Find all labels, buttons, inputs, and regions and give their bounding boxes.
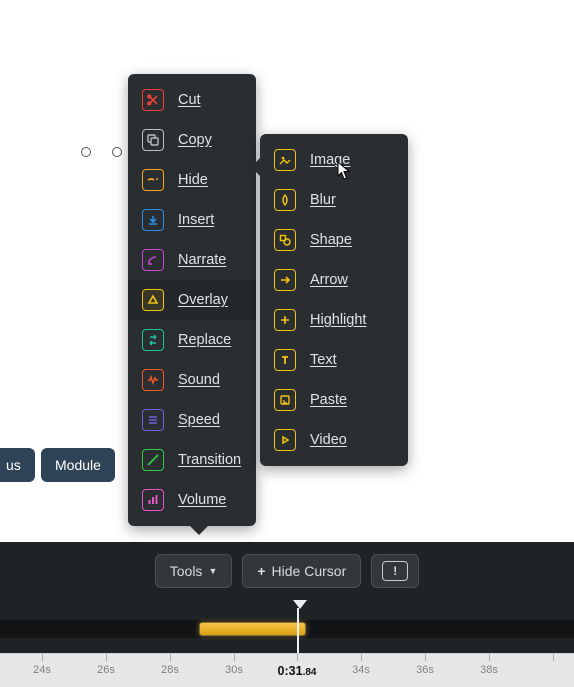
image-icon (274, 149, 296, 171)
menu-item-label: Volume (178, 492, 226, 508)
narrate-icon (142, 249, 164, 271)
submenu-item-label: Highlight (310, 312, 366, 328)
menu-item-transition[interactable]: Transition (128, 440, 256, 480)
menu-item-volume[interactable]: Volume (128, 480, 256, 520)
ruler-tick: 38s (480, 664, 498, 676)
text-icon (274, 349, 296, 371)
menu-item-label: Cut (178, 92, 201, 108)
paste-icon (274, 389, 296, 411)
scissors-icon (142, 89, 164, 111)
menu-item-label: Transition (178, 452, 241, 468)
menu-item-copy[interactable]: Copy (128, 120, 256, 160)
ruler-tick: 36s (416, 664, 434, 676)
ruler-tick: 34s (352, 664, 370, 676)
overlay-icon (142, 289, 164, 311)
menu-item-insert[interactable]: Insert (128, 200, 256, 240)
submenu-item-label: Text (310, 352, 337, 368)
menu-item-label: Insert (178, 212, 214, 228)
menu-item-label: Narrate (178, 252, 226, 268)
ruler-tick: 26s (97, 664, 115, 676)
arrow-icon (274, 269, 296, 291)
tools-button-label: Tools (170, 563, 203, 579)
menu-item-label: Speed (178, 412, 220, 428)
copy-icon (142, 129, 164, 151)
menu-item-speed[interactable]: Speed (128, 400, 256, 440)
notes-icon: ! (382, 561, 408, 581)
video-icon (274, 429, 296, 451)
menu-item-sound[interactable]: Sound (128, 360, 256, 400)
menu-item-label: Sound (178, 372, 220, 388)
timeline-panel: Tools ▼ + Hide Cursor ! 24s 26s 28s 30s … (0, 542, 574, 687)
menu-item-label: Overlay (178, 292, 228, 308)
ruler-tick: 24s (33, 664, 51, 676)
plus-icon: + (257, 563, 265, 579)
canvas-handle[interactable] (81, 147, 91, 157)
tools-context-menu: Cut Copy Hide Insert Narrate Overlay R (128, 74, 256, 526)
module-button-label: Module (55, 457, 101, 473)
blur-icon (274, 189, 296, 211)
submenu-item-video[interactable]: Video (260, 420, 408, 460)
speed-icon (142, 409, 164, 431)
volume-icon (142, 489, 164, 511)
sound-icon (142, 369, 164, 391)
chevron-down-icon: ▼ (208, 566, 217, 576)
module-button[interactable]: Module (41, 448, 115, 482)
submenu-item-paste[interactable]: Paste (260, 380, 408, 420)
timeline-clip[interactable] (200, 623, 305, 635)
tools-button[interactable]: Tools ▼ (155, 554, 233, 588)
hide-icon (142, 169, 164, 191)
ruler-tick-current: 0:31.84 (278, 664, 317, 678)
timeline-toolbar: Tools ▼ + Hide Cursor ! (0, 554, 574, 588)
canvas-handle[interactable] (112, 147, 122, 157)
submenu-item-arrow[interactable]: Arrow (260, 260, 408, 300)
replace-icon (142, 329, 164, 351)
menu-item-cut[interactable]: Cut (128, 80, 256, 120)
submenu-item-shape[interactable]: Shape (260, 220, 408, 260)
partial-button-label: us (6, 457, 21, 473)
submenu-item-highlight[interactable]: Highlight (260, 300, 408, 340)
menu-item-narrate[interactable]: Narrate (128, 240, 256, 280)
hide-cursor-button[interactable]: + Hide Cursor (242, 554, 361, 588)
partial-button[interactable]: us (0, 448, 35, 482)
submenu-item-blur[interactable]: Blur (260, 180, 408, 220)
shape-icon (274, 229, 296, 251)
overlay-submenu: Image Blur Shape Arrow Highlight Text (260, 134, 408, 466)
submenu-item-image[interactable]: Image (260, 140, 408, 180)
submenu-item-label: Blur (310, 192, 336, 208)
submenu-item-label: Arrow (310, 272, 348, 288)
hide-cursor-label: Hide Cursor (272, 563, 347, 579)
submenu-item-label: Video (310, 432, 347, 448)
menu-item-label: Replace (178, 332, 231, 348)
ruler-tick: 30s (225, 664, 243, 676)
menu-item-label: Hide (178, 172, 208, 188)
ruler-tick: 28s (161, 664, 179, 676)
timeline-track-area[interactable]: 24s 26s 28s 30s 0:31.84 34s 36s 38s (0, 600, 574, 687)
menu-item-overlay[interactable]: Overlay (128, 280, 256, 320)
notes-button[interactable]: ! (371, 554, 419, 588)
submenu-item-label: Paste (310, 392, 347, 408)
menu-item-label: Copy (178, 132, 212, 148)
highlight-icon (274, 309, 296, 331)
insert-icon (142, 209, 164, 231)
menu-item-hide[interactable]: Hide (128, 160, 256, 200)
submenu-item-label: Shape (310, 232, 352, 248)
timeline-ruler[interactable]: 24s 26s 28s 30s 0:31.84 34s 36s 38s (0, 653, 574, 687)
submenu-item-label: Image (310, 152, 350, 168)
submenu-item-text[interactable]: Text (260, 340, 408, 380)
playhead[interactable] (297, 608, 299, 653)
menu-item-replace[interactable]: Replace (128, 320, 256, 360)
transition-icon (142, 449, 164, 471)
